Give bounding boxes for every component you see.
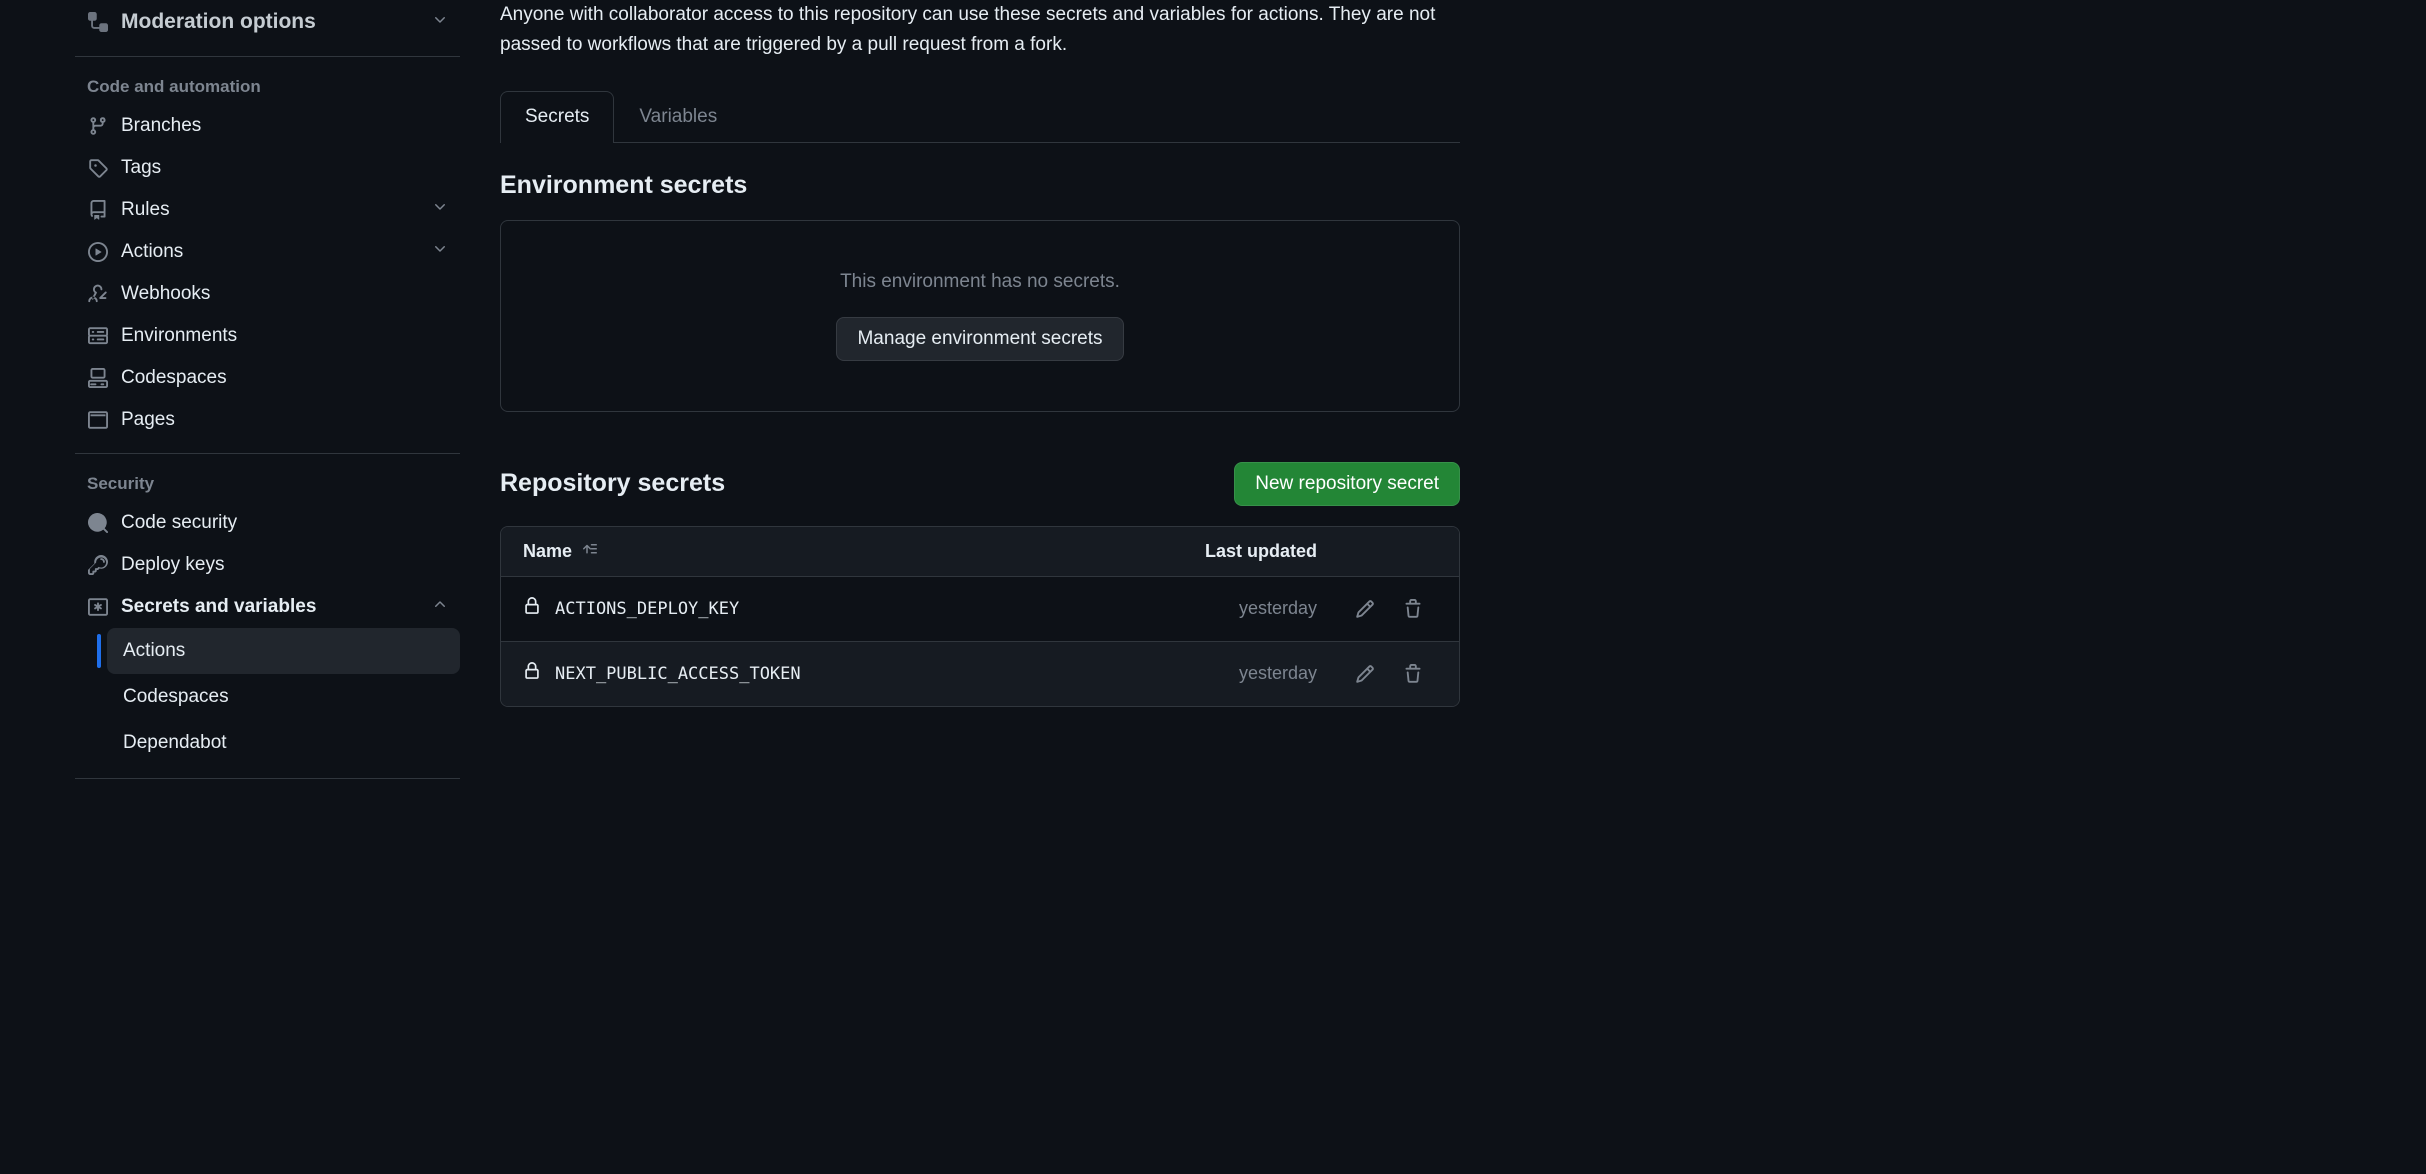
webhook-icon: [87, 283, 109, 305]
sub-nav-codespaces[interactable]: Codespaces: [107, 674, 460, 720]
divider: [75, 453, 460, 454]
sidebar-item-code-security[interactable]: Code security: [75, 502, 460, 544]
tag-icon: [87, 157, 109, 179]
tab-variables[interactable]: Variables: [614, 91, 742, 142]
secrets-table: Name Last updated ACTIONS_DEPLOY_KEY yes…: [500, 526, 1460, 707]
sub-nav-label: Actions: [123, 640, 185, 662]
sidebar-item-label: Rules: [121, 199, 170, 221]
table-row: ACTIONS_DEPLOY_KEY yesterday: [501, 577, 1459, 642]
divider: [75, 778, 460, 779]
sidebar-item-tags[interactable]: Tags: [75, 147, 460, 189]
sidebar-item-secrets-variables[interactable]: Secrets and variables: [75, 586, 460, 628]
sidebar-item-label: Tags: [121, 157, 161, 179]
secret-name: ACTIONS_DEPLOY_KEY: [555, 599, 739, 619]
lock-icon: [523, 662, 541, 685]
repo-icon: [87, 199, 109, 221]
key-asterisk-icon: [87, 596, 109, 618]
server-icon: [87, 325, 109, 347]
chevron-down-icon: [432, 241, 448, 263]
delete-button[interactable]: [1399, 595, 1427, 623]
section-header-code-automation: Code and automation: [75, 69, 460, 105]
edit-button[interactable]: [1351, 595, 1379, 623]
report-icon: [87, 11, 109, 33]
secret-updated: yesterday: [1117, 598, 1317, 619]
sidebar-item-label: Actions: [121, 241, 183, 263]
column-name-header[interactable]: Name: [523, 541, 1117, 562]
environment-secrets-title: Environment secrets: [500, 171, 1460, 200]
page-description: Anyone with collaborator access to this …: [500, 0, 1460, 61]
play-circle-icon: [87, 241, 109, 263]
sidebar-item-webhooks[interactable]: Webhooks: [75, 273, 460, 315]
sidebar-item-label: Webhooks: [121, 283, 210, 305]
table-row: NEXT_PUBLIC_ACCESS_TOKEN yesterday: [501, 642, 1459, 706]
sidebar-item-branches[interactable]: Branches: [75, 105, 460, 147]
repository-secrets-title: Repository secrets: [500, 469, 725, 498]
sub-nav-actions[interactable]: Actions: [107, 628, 460, 674]
divider: [75, 56, 460, 57]
codespaces-icon: [87, 367, 109, 389]
tab-secrets[interactable]: Secrets: [500, 91, 614, 143]
edit-button[interactable]: [1351, 660, 1379, 688]
sub-nav-label: Codespaces: [123, 686, 229, 708]
sidebar-item-moderation[interactable]: Moderation options: [75, 0, 460, 44]
sidebar-item-label: Environments: [121, 325, 237, 347]
sidebar-item-label: Secrets and variables: [121, 596, 316, 618]
sidebar-item-actions[interactable]: Actions: [75, 231, 460, 273]
sort-asc-icon: [582, 541, 598, 562]
manage-environment-secrets-button[interactable]: Manage environment secrets: [836, 317, 1123, 361]
key-icon: [87, 554, 109, 576]
git-branch-icon: [87, 115, 109, 137]
sidebar-item-deploy-keys[interactable]: Deploy keys: [75, 544, 460, 586]
codescan-icon: [87, 512, 109, 534]
environment-secrets-box: This environment has no secrets. Manage …: [500, 220, 1460, 412]
sub-nav-label: Dependabot: [123, 732, 227, 754]
new-repository-secret-button[interactable]: New repository secret: [1234, 462, 1460, 506]
secret-updated: yesterday: [1117, 663, 1317, 684]
column-updated-header[interactable]: Last updated: [1117, 541, 1317, 562]
browser-icon: [87, 409, 109, 431]
sidebar-item-label: Moderation options: [121, 10, 316, 34]
sub-nav-dependabot[interactable]: Dependabot: [107, 720, 460, 766]
secret-name: NEXT_PUBLIC_ACCESS_TOKEN: [555, 664, 801, 684]
chevron-up-icon: [432, 596, 448, 618]
lock-icon: [523, 597, 541, 620]
chevron-down-icon: [432, 199, 448, 221]
sidebar-item-label: Pages: [121, 409, 175, 431]
sidebar-item-pages[interactable]: Pages: [75, 399, 460, 441]
sidebar-item-label: Branches: [121, 115, 201, 137]
sidebar-item-label: Code security: [121, 512, 237, 534]
sidebar-item-label: Deploy keys: [121, 554, 225, 576]
table-header: Name Last updated: [501, 527, 1459, 577]
sidebar-item-label: Codespaces: [121, 367, 227, 389]
chevron-down-icon: [432, 10, 448, 34]
sidebar-item-codespaces[interactable]: Codespaces: [75, 357, 460, 399]
sidebar-item-environments[interactable]: Environments: [75, 315, 460, 357]
section-header-security: Security: [75, 466, 460, 502]
sidebar-item-rules[interactable]: Rules: [75, 189, 460, 231]
environment-empty-text: This environment has no secrets.: [840, 271, 1120, 293]
delete-button[interactable]: [1399, 660, 1427, 688]
tab-bar: Secrets Variables: [500, 91, 1460, 143]
